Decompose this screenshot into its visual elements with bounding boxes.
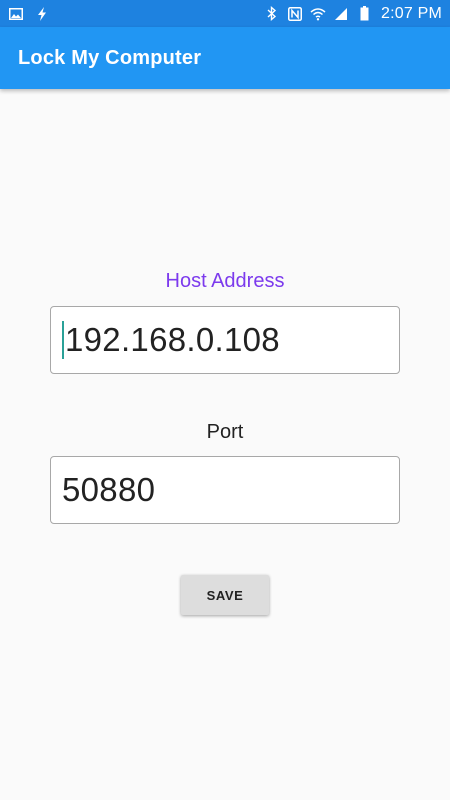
status-bar: 2:07 PM <box>0 0 450 27</box>
wifi-icon <box>310 6 326 22</box>
save-button[interactable]: SAVE <box>181 575 269 615</box>
bluetooth-icon <box>264 6 280 22</box>
port-value: 50880 <box>62 471 156 508</box>
port-label: Port <box>206 421 244 443</box>
flash-icon <box>34 6 50 22</box>
app-bar: Lock My Computer <box>0 27 450 89</box>
text-cursor <box>62 321 64 359</box>
port-input[interactable]: 50880 <box>50 456 400 524</box>
app-title: Lock My Computer <box>18 46 202 69</box>
status-time: 2:07 PM <box>381 4 442 22</box>
image-icon <box>8 6 24 22</box>
host-address-value: 192.168.0.108 <box>65 321 280 358</box>
battery-icon <box>356 6 372 22</box>
status-bar-left <box>8 6 50 22</box>
nfc-icon <box>287 6 303 22</box>
signal-icon <box>333 6 349 22</box>
status-bar-right: 2:07 PM <box>264 5 442 23</box>
host-address-input[interactable]: 192.168.0.108 <box>50 306 400 374</box>
host-address-label: Host Address <box>165 270 285 292</box>
